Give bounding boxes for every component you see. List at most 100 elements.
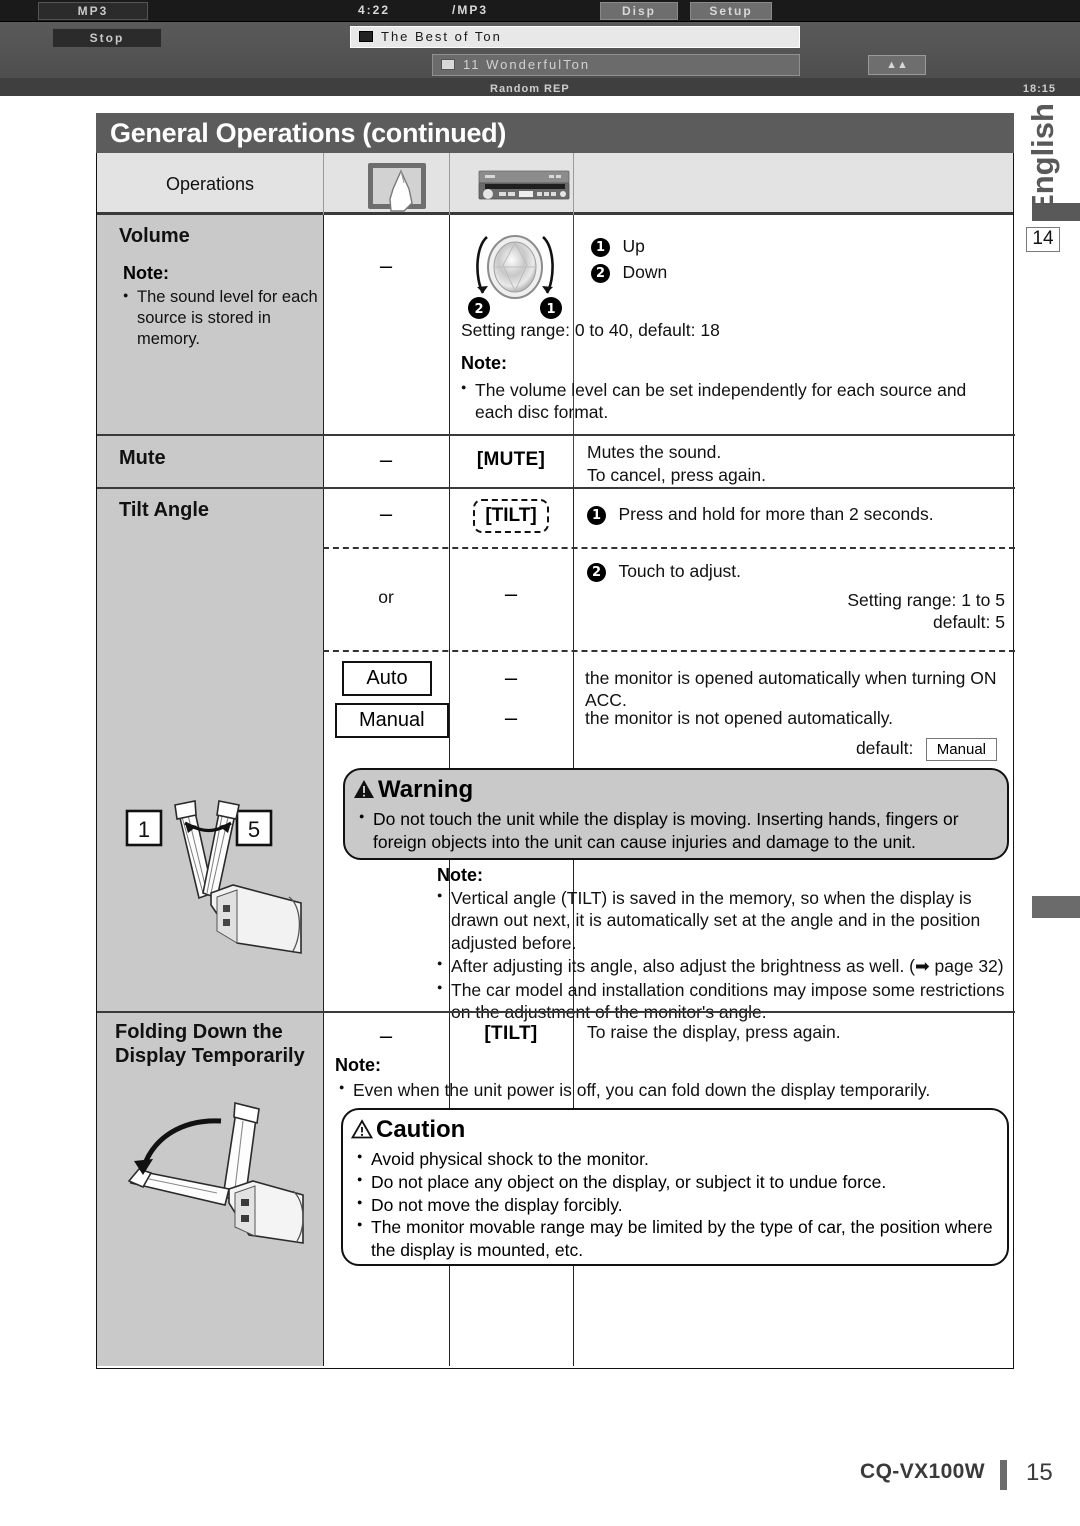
row-tilt-default: default: Manual — [856, 737, 997, 761]
rule-dash-tilt-1 — [323, 547, 1015, 549]
row-folding-col2-dash: – — [379, 1023, 393, 1048]
player-status-right: 18:15 — [1022, 83, 1056, 95]
row-folding-note-label: Note: — [335, 1055, 381, 1075]
player-source-label: MP3 — [38, 2, 148, 20]
page-footer: CQ-VX100W 15 — [0, 1459, 1080, 1500]
operations-table: Operations Volume Note: ● The sound leve… — [96, 153, 1015, 1369]
caution-list: Avoid physical shock to the monitor. Do … — [343, 1148, 1007, 1262]
row-tilt-step1-text: Press and hold for more than 2 seconds. — [618, 504, 934, 524]
step-number-2: 2 — [587, 563, 606, 582]
row-tilt-note-item-1: Vertical angle (TILT) is saved in the me… — [437, 887, 1013, 954]
row-volume-action-2: 2 Down — [591, 261, 667, 283]
player-format: /MP3 — [451, 3, 488, 17]
head-unit-icon — [475, 169, 573, 201]
step-number-1: 1 — [591, 238, 610, 257]
footer-model-name: CQ-VX100W — [860, 1460, 985, 1483]
rotary-knob-icon: 2 1 — [457, 229, 573, 321]
player-disp-button[interactable]: Disp — [600, 2, 678, 20]
row-mute-key[interactable]: [MUTE] — [449, 449, 573, 471]
row-tilt-note-item-2: After adjusting its angle, also adjust t… — [437, 955, 1013, 977]
step-number-1: 1 — [587, 506, 606, 525]
row-volume-action-1: 1 Up — [591, 235, 645, 257]
row-tilt-step2-col2: or — [378, 587, 394, 607]
player-track-num-1: 11 — [463, 57, 481, 72]
caution-triangle-icon — [350, 1118, 374, 1146]
player-time: 4:22 — [357, 3, 391, 17]
caution-title-text: Caution — [376, 1116, 466, 1143]
warning-triangle-icon — [353, 778, 375, 806]
row-tilt-step2-col3: – — [504, 581, 518, 606]
row-folding-title-line1: Folding Down the — [115, 1021, 283, 1043]
step-number-2: 2 — [591, 264, 610, 283]
caution-item-3: Do not move the display forcibly. — [357, 1194, 995, 1217]
player-scroll-top-button[interactable]: ▲▲ — [868, 55, 926, 75]
tilt-range-illustration: 1 5 — [111, 793, 315, 993]
caution-callout: Caution Avoid physical shock to the moni… — [341, 1108, 1009, 1266]
row-volume-note-list: The sound level for each source is store… — [123, 287, 319, 350]
svg-text:2: 2 — [474, 302, 483, 317]
auto-option-label: Auto — [342, 661, 432, 696]
player-setup-button[interactable]: Setup — [690, 2, 772, 20]
row-tilt-auto-option[interactable]: Auto — [335, 661, 439, 696]
caution-item-4: The monitor movable range may be limited… — [357, 1216, 995, 1262]
fold-down-illustration — [117, 1093, 317, 1263]
row-tilt-note-label: Note: — [437, 865, 483, 885]
row-volume-setting-range: Setting range: 0 to 40, default: 18 — [461, 320, 720, 340]
row-volume-col2-dash: – — [379, 253, 393, 278]
row-tilt-manual-option[interactable]: Manual — [335, 703, 449, 738]
header-divider-3 — [573, 153, 575, 215]
player-stop-button[interactable]: Stop — [52, 28, 162, 48]
row-tilt-manual-desc: the monitor is not opened automatically. — [585, 708, 894, 728]
column-rule-3b — [573, 215, 575, 485]
rule-after-volume — [97, 434, 1015, 437]
warning-title: Warning — [353, 776, 1007, 806]
header-operations-label: Operations — [165, 174, 255, 194]
row-tilt-step1-col2: – — [379, 501, 393, 526]
chapter-number-box: 14 — [1026, 227, 1060, 252]
player-track-row-1[interactable]: 11 WonderfulTon — [432, 54, 800, 76]
row-volume-desc-note-item: The volume level can be set independentl… — [461, 379, 1009, 424]
table-header-row: Operations — [97, 153, 1013, 215]
warning-title-text: Warning — [378, 776, 474, 803]
player-album-row[interactable]: The Best of Ton — [350, 26, 800, 48]
row-tilt-step2-range-2: default: 5 — [933, 612, 1005, 632]
svg-text:1: 1 — [546, 302, 555, 317]
row-volume-desc-note-list: The volume level can be set independentl… — [461, 379, 1009, 424]
svg-text:5: 5 — [248, 817, 260, 842]
row-tilt-step1-key[interactable]: [TILT] — [449, 499, 573, 533]
caution-item-2: Do not place any object on the display, … — [357, 1171, 995, 1194]
rule-after-mute — [97, 487, 1015, 490]
mute-key-label: [MUTE] — [476, 449, 546, 470]
row-volume-title: Volume — [119, 225, 190, 247]
row-volume-note-label: Note: — [123, 263, 169, 283]
rule-after-tilt — [97, 1011, 1015, 1014]
file-icon — [441, 59, 455, 70]
tilt-key-label: [TILT] — [484, 1023, 538, 1044]
language-tab-bar — [1032, 203, 1080, 221]
player-screenshot-strip: MP3 4:22 /MP3 Disp Setup Stop The Best o… — [0, 0, 1080, 96]
row-tilt-auto-desc: the monitor is opened automatically when… — [585, 668, 997, 711]
row-volume-desc-note-label: Note: — [461, 353, 507, 373]
row-tilt-step2-action: 2 Touch to adjust. — [587, 560, 741, 582]
row-tilt-step1-action: 1 Press and hold for more than 2 seconds… — [587, 503, 934, 525]
warning-item: Do not touch the unit while the display … — [359, 808, 995, 854]
svg-text:1: 1 — [138, 817, 150, 842]
warning-list: Do not touch the unit while the display … — [345, 808, 1007, 854]
folder-icon — [359, 31, 373, 42]
player-status-center: Random REP — [490, 83, 570, 95]
column-rule-1 — [323, 215, 325, 1366]
row-tilt-manual-col3: – — [504, 705, 518, 730]
footer-page-number: 15 — [1026, 1459, 1053, 1486]
manual-option-label: Manual — [335, 703, 449, 738]
rule-dash-tilt-2 — [323, 650, 1015, 652]
header-divider-1 — [323, 153, 325, 215]
page-title: General Operations (continued) — [96, 113, 1014, 153]
row-mute-desc-line-1: Mutes the sound. — [587, 442, 722, 462]
row-mute-col2-dash: – — [379, 447, 393, 472]
header-divider-2 — [449, 153, 451, 215]
caution-title: Caution — [350, 1116, 1007, 1146]
row-tilt-auto-col3: – — [504, 665, 518, 690]
row-folding-key[interactable]: [TILT] — [449, 1023, 573, 1045]
row-volume-action-2-label: Down — [622, 262, 668, 282]
warning-callout: Warning Do not touch the unit while the … — [343, 768, 1009, 860]
